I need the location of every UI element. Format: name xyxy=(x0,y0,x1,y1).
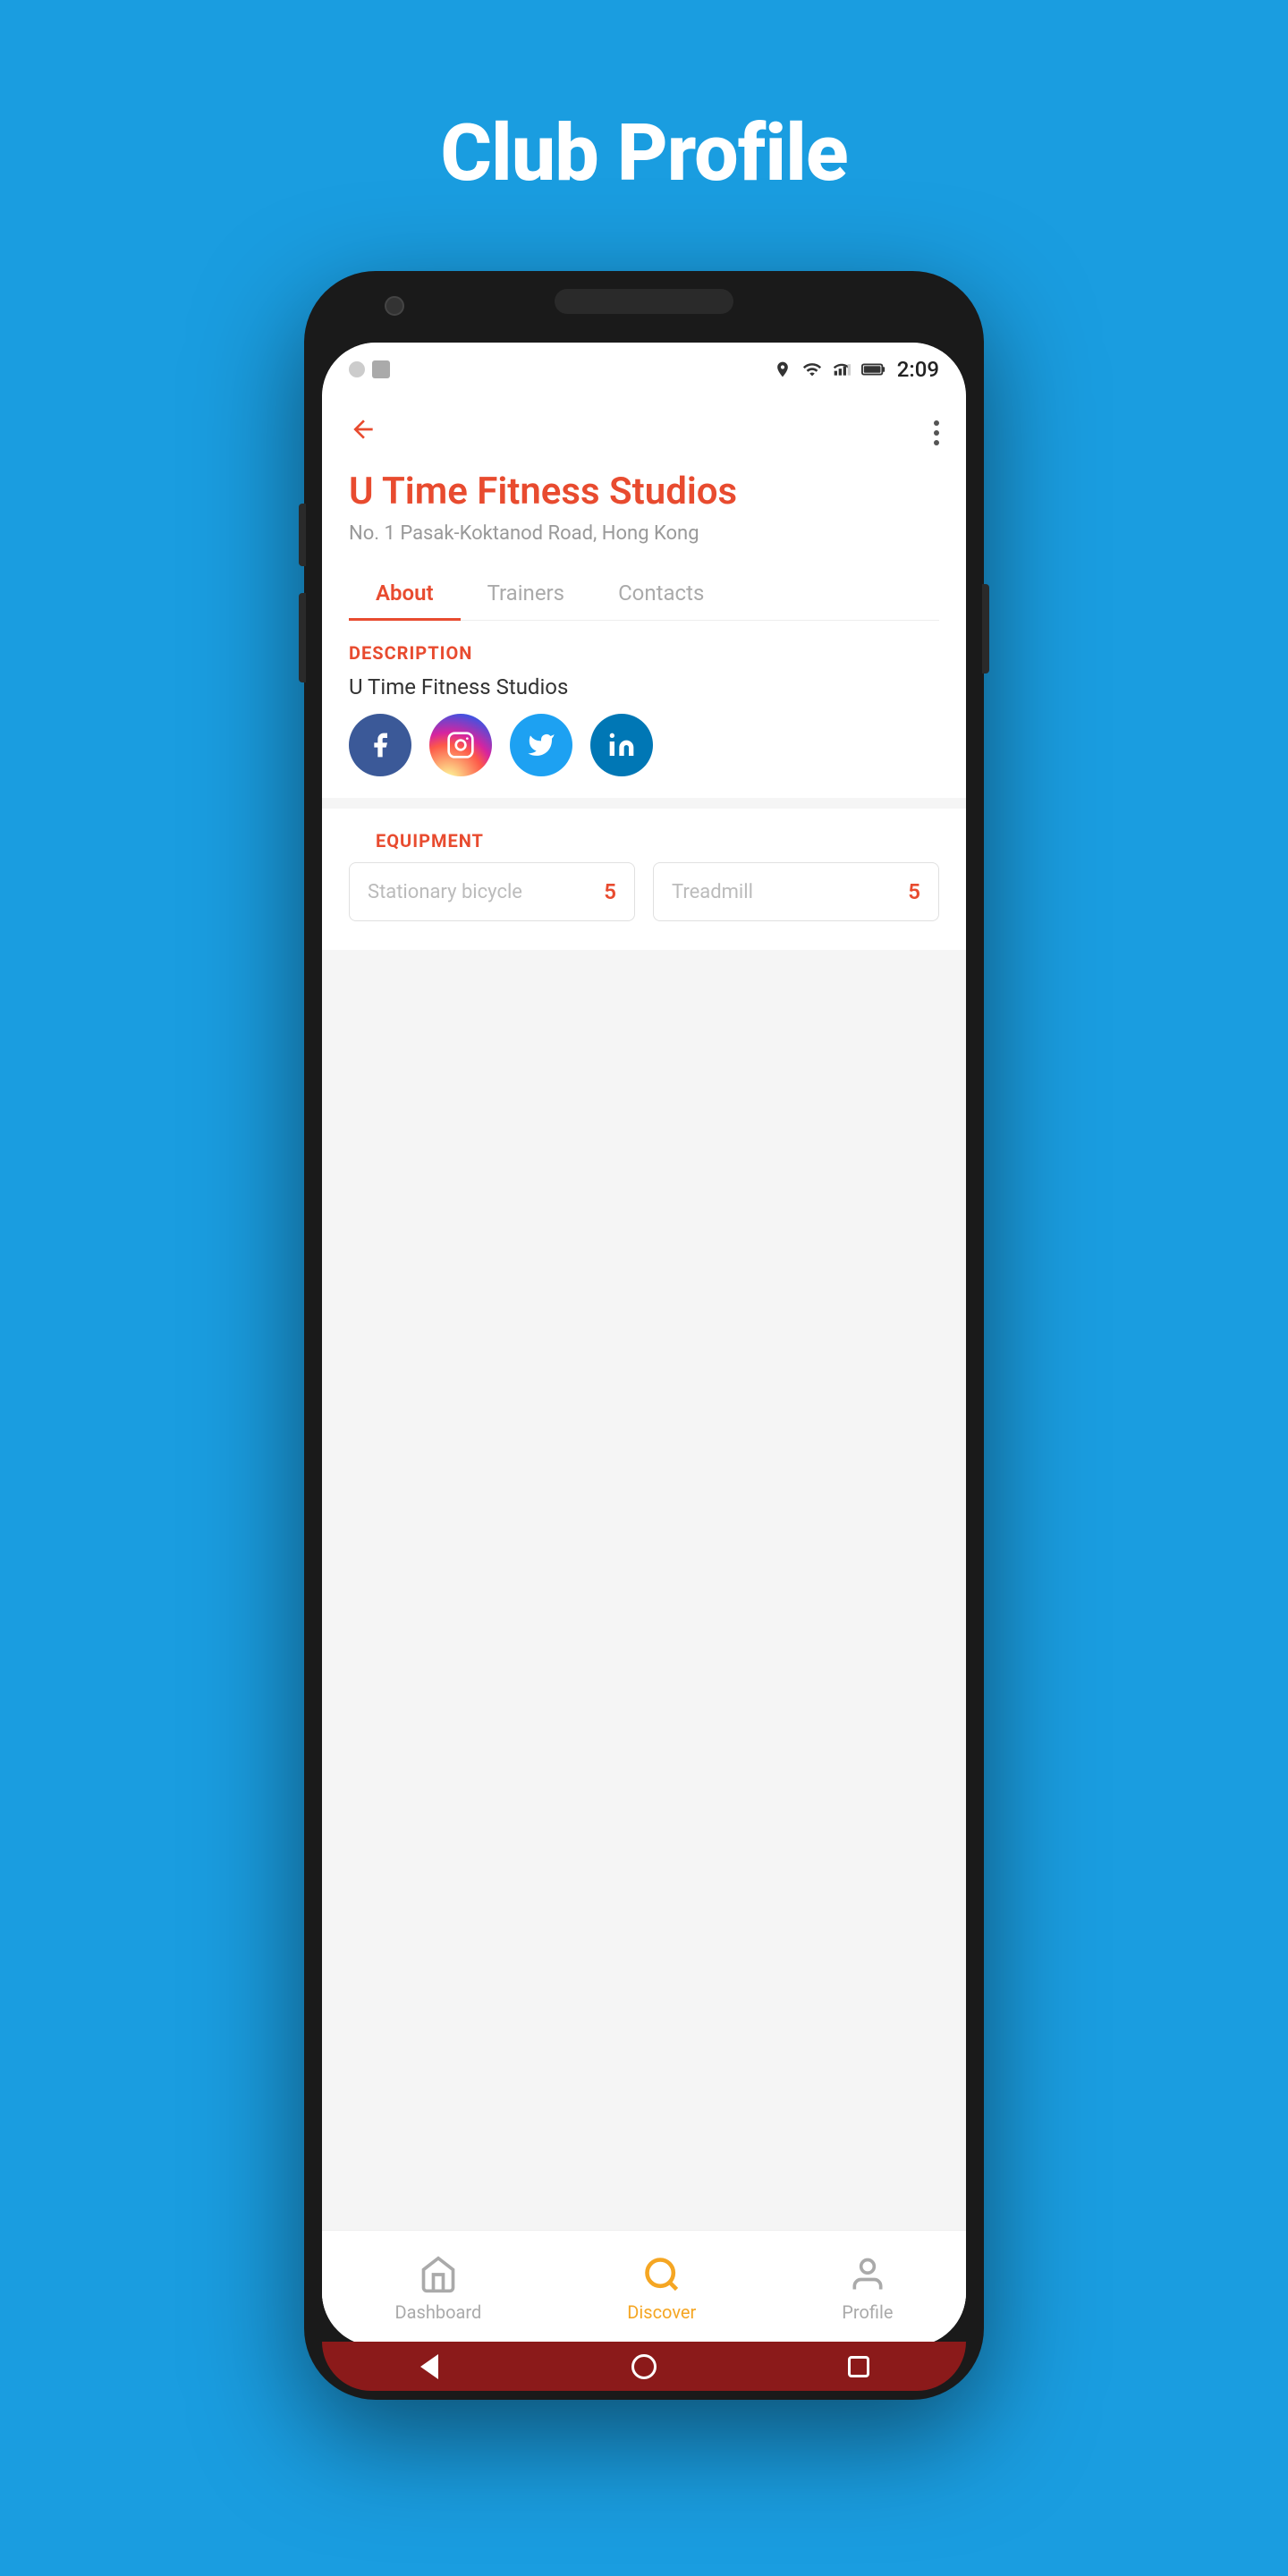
nav-label-profile: Profile xyxy=(842,2301,893,2323)
linkedin-icon[interactable] xyxy=(590,714,653,776)
page-title: Club Profile xyxy=(440,107,847,199)
phone-device: 2:09 U Time F xyxy=(304,271,984,2400)
equipment-grid: Stationary bicycle 5 Treadmill 5 xyxy=(349,862,939,928)
equipment-label: EQUIPMENT xyxy=(349,809,939,862)
bottom-nav: Dashboard Discover xyxy=(322,2230,966,2346)
description-text: U Time Fitness Studios xyxy=(322,674,966,714)
status-bar: 2:09 xyxy=(322,343,966,396)
phone-screen: 2:09 U Time F xyxy=(322,343,966,2346)
recents-hardware-button[interactable] xyxy=(843,2351,875,2383)
tab-about[interactable]: About xyxy=(349,566,461,620)
main-content: DESCRIPTION U Time Fitness Studios xyxy=(322,621,966,2230)
nav-item-profile[interactable]: Profile xyxy=(842,2255,893,2323)
twitter-icon[interactable] xyxy=(510,714,572,776)
status-time: 2:09 xyxy=(897,357,939,382)
club-address: No. 1 Pasak-Koktanod Road, Hong Kong xyxy=(349,522,939,545)
nav-item-discover[interactable]: Discover xyxy=(627,2255,696,2323)
description-section: DESCRIPTION U Time Fitness Studios xyxy=(322,621,966,798)
nav-label-dashboard: Dashboard xyxy=(395,2301,482,2323)
equipment-count-bicycle: 5 xyxy=(604,879,616,904)
more-options-button[interactable] xyxy=(934,420,939,445)
equipment-item-treadmill: Treadmill 5 xyxy=(653,862,939,921)
instagram-icon[interactable] xyxy=(429,714,492,776)
wifi-icon xyxy=(802,360,822,379)
nav-label-discover: Discover xyxy=(627,2301,696,2323)
back-hardware-button[interactable] xyxy=(413,2351,445,2383)
social-icons-row xyxy=(322,714,966,798)
facebook-icon[interactable] xyxy=(349,714,411,776)
more-dot xyxy=(934,430,939,436)
more-dot xyxy=(934,440,939,445)
phone-speaker xyxy=(555,289,733,314)
search-icon xyxy=(642,2255,682,2294)
header-nav xyxy=(349,414,939,452)
app-header: U Time Fitness Studios No. 1 Pasak-Kokta… xyxy=(322,396,966,621)
tab-bar: About Trainers Contacts xyxy=(349,566,939,621)
phone-bottom-bar xyxy=(322,2342,966,2391)
more-dot xyxy=(934,420,939,426)
nav-item-dashboard[interactable]: Dashboard xyxy=(395,2255,482,2323)
empty-space xyxy=(322,961,966,1766)
equipment-name-treadmill: Treadmill xyxy=(672,881,753,903)
signal-icon xyxy=(833,360,851,378)
volume-down-button[interactable] xyxy=(299,593,306,682)
status-indicator xyxy=(349,361,365,377)
volume-up-button[interactable] xyxy=(299,504,306,566)
tab-contacts[interactable]: Contacts xyxy=(591,566,731,620)
sim-icon xyxy=(372,360,390,378)
home-hardware-button[interactable] xyxy=(628,2351,660,2383)
equipment-name-bicycle: Stationary bicycle xyxy=(368,881,522,903)
club-name: U Time Fitness Studios xyxy=(349,470,939,513)
back-button[interactable] xyxy=(349,414,377,452)
description-label: DESCRIPTION xyxy=(322,621,966,674)
app-content: U Time Fitness Studios No. 1 Pasak-Kokta… xyxy=(322,396,966,2346)
equipment-section: EQUIPMENT Stationary bicycle 5 Treadmill… xyxy=(322,809,966,950)
equipment-count-treadmill: 5 xyxy=(908,879,920,904)
tab-trainers[interactable]: Trainers xyxy=(461,566,592,620)
home-icon xyxy=(419,2255,458,2294)
phone-camera xyxy=(385,296,404,316)
person-icon xyxy=(848,2255,887,2294)
status-icons: 2:09 xyxy=(774,357,939,382)
power-button[interactable] xyxy=(982,584,989,674)
battery-icon xyxy=(861,360,886,378)
location-icon xyxy=(774,360,792,378)
equipment-item-bicycle: Stationary bicycle 5 xyxy=(349,862,635,921)
